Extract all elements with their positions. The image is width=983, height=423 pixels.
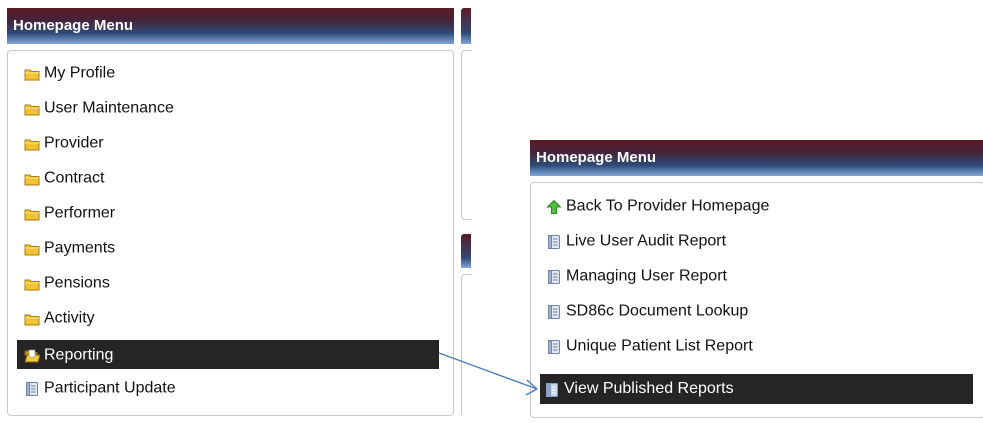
- menu-item-label: My Profile: [44, 64, 116, 82]
- menu-item-label: Unique Patient List Report: [566, 337, 753, 355]
- menu-item-label: View Published Reports: [564, 380, 734, 397]
- menu-item-label: Participant Update: [44, 379, 176, 397]
- menu-item-contract[interactable]: Contract: [17, 163, 439, 192]
- menu-item-unique-patient-list-report[interactable]: Unique Patient List Report: [540, 331, 973, 360]
- folder-icon: [24, 63, 40, 81]
- open-folder-icon: [24, 345, 41, 363]
- folder-icon: [24, 133, 40, 151]
- folder-icon: [24, 238, 40, 256]
- open-document-icon: [544, 379, 560, 397]
- menu-item-my-profile[interactable]: My Profile: [17, 58, 439, 87]
- folder-icon: [24, 308, 40, 326]
- menu-item-label: Reporting: [44, 346, 114, 364]
- document-icon: [24, 378, 40, 396]
- right-homepage-menu: Homepage Menu Back To Provider Homepage …: [530, 140, 983, 418]
- menu-item-sd86c-document-lookup[interactable]: SD86c Document Lookup: [540, 296, 973, 325]
- left-homepage-menu: Homepage Menu My Profile User Maintenanc…: [7, 8, 454, 416]
- document-icon: [546, 266, 562, 284]
- background-panel-edge: [461, 234, 471, 268]
- menu-item-user-maintenance[interactable]: User Maintenance: [17, 93, 439, 122]
- menu-item-label: SD86c Document Lookup: [566, 302, 749, 320]
- menu-item-label: Managing User Report: [566, 267, 727, 285]
- folder-icon: [24, 168, 40, 186]
- document-icon: [546, 336, 562, 354]
- menu-item-pensions[interactable]: Pensions: [17, 268, 439, 297]
- folder-icon: [24, 273, 40, 291]
- menu-item-label: Pensions: [44, 274, 110, 292]
- menu-item-label: Performer: [44, 204, 116, 222]
- right-menu-title: Homepage Menu: [530, 140, 983, 176]
- menu-item-provider[interactable]: Provider: [17, 128, 439, 157]
- menu-item-participant-update[interactable]: Participant Update: [17, 373, 439, 402]
- menu-item-payments[interactable]: Payments: [17, 233, 439, 262]
- menu-item-view-published-reports[interactable]: View Published Reports: [540, 374, 973, 404]
- menu-item-label: Payments: [44, 239, 116, 257]
- left-menu-title: Homepage Menu: [7, 8, 454, 44]
- menu-item-label: Provider: [44, 134, 104, 152]
- menu-item-activity[interactable]: Activity: [17, 303, 439, 332]
- menu-item-reporting[interactable]: Reporting: [17, 340, 439, 369]
- folder-icon: [24, 203, 40, 221]
- menu-item-back-to-provider-homepage[interactable]: Back To Provider Homepage: [540, 191, 973, 220]
- background-panel-edge: [461, 274, 472, 415]
- background-panel-edge: [461, 8, 471, 44]
- menu-item-managing-user-report[interactable]: Managing User Report: [540, 261, 973, 290]
- green-up-arrow-icon: [546, 196, 562, 214]
- menu-item-performer[interactable]: Performer: [17, 198, 439, 227]
- menu-item-label: Live User Audit Report: [566, 232, 727, 250]
- menu-item-live-user-audit-report[interactable]: Live User Audit Report: [540, 226, 973, 255]
- document-icon: [546, 231, 562, 249]
- menu-item-label: User Maintenance: [44, 99, 174, 117]
- menu-item-label: Activity: [44, 309, 95, 327]
- document-icon: [546, 301, 562, 319]
- menu-item-label: Contract: [44, 169, 105, 187]
- folder-icon: [24, 98, 40, 116]
- background-panel-edge: [461, 50, 472, 220]
- menu-item-label: Back To Provider Homepage: [566, 197, 770, 215]
